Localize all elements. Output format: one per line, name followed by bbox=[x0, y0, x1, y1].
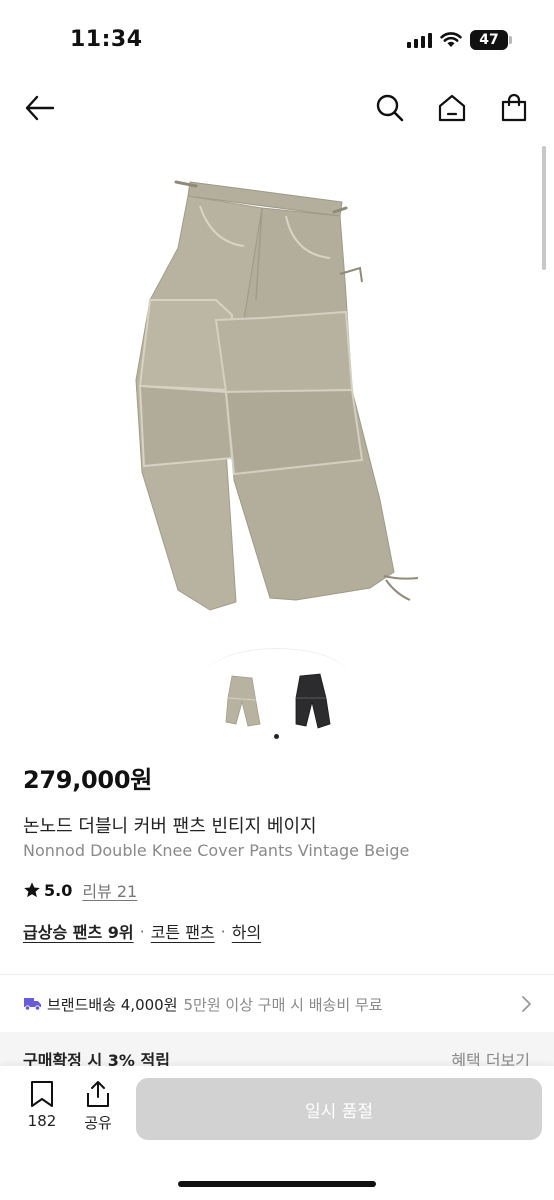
rating-row: 5.0 리뷰 21 bbox=[23, 878, 137, 902]
product-title-en: Nonnod Double Knee Cover Pants Vintage B… bbox=[23, 841, 410, 860]
share-label: 공유 bbox=[84, 1114, 112, 1132]
bookmark-icon bbox=[31, 1081, 53, 1107]
bookmark-count: 182 bbox=[27, 1112, 57, 1130]
product-image[interactable] bbox=[0, 150, 554, 650]
truck-icon bbox=[24, 998, 41, 1011]
wifi-icon bbox=[440, 32, 462, 47]
product-title-ko: 논노드 더블니 커버 팬츠 빈티지 베이지 bbox=[23, 816, 317, 837]
shipping-note: 5만원 이상 구매 시 배송비 무료 bbox=[183, 995, 383, 1014]
separator: · bbox=[139, 921, 145, 941]
thumbnail-strip bbox=[0, 672, 554, 730]
cellular-signal-icon bbox=[407, 32, 432, 48]
review-count-link[interactable]: 리뷰 21 bbox=[82, 878, 137, 902]
beige-pants-thumbnail[interactable] bbox=[220, 672, 264, 730]
separator: · bbox=[220, 921, 226, 941]
share-icon bbox=[87, 1081, 109, 1107]
back-button[interactable] bbox=[20, 88, 60, 128]
share-button[interactable]: 공유 bbox=[76, 1080, 120, 1133]
battery-level: 47 bbox=[479, 32, 499, 48]
status-time: 11:34 bbox=[70, 27, 143, 52]
category-row: 급상승 팬츠 9위 · 코튼 팬츠 · 하의 bbox=[23, 919, 261, 943]
rating-value: 5.0 bbox=[44, 880, 73, 900]
search-icon bbox=[376, 94, 404, 122]
status-bar: 11:34 47 bbox=[0, 0, 554, 72]
scroll-indicator[interactable] bbox=[542, 146, 546, 270]
home-button[interactable] bbox=[432, 88, 472, 128]
category-link-bottoms[interactable]: 하의 bbox=[232, 919, 261, 943]
back-arrow-icon bbox=[25, 95, 55, 121]
shipping-fee: 브랜드배송 4,000원 bbox=[47, 995, 178, 1014]
product-price: 279,000원 bbox=[23, 766, 152, 794]
ranking-link[interactable]: 급상승 팬츠 9위 bbox=[23, 919, 134, 943]
bookmark-button[interactable]: 182 bbox=[20, 1080, 64, 1130]
pager-dot bbox=[274, 734, 279, 739]
shopping-bag-icon bbox=[501, 93, 527, 122]
cart-button[interactable] bbox=[494, 88, 534, 128]
black-pants-thumbnail[interactable] bbox=[290, 672, 334, 730]
divider bbox=[0, 974, 554, 975]
bottom-action-bar: 182 공유 일시 품절 bbox=[0, 1066, 554, 1200]
battery-icon: 47 bbox=[470, 30, 512, 50]
chevron-right-icon bbox=[522, 996, 531, 1012]
shipping-row[interactable]: 브랜드배송 4,000원 5만원 이상 구매 시 배송비 무료 bbox=[0, 980, 554, 1028]
home-indicator bbox=[178, 1181, 376, 1187]
sold-out-button[interactable]: 일시 품절 bbox=[136, 1078, 542, 1140]
pants-photo bbox=[135, 180, 419, 611]
star-icon bbox=[24, 882, 40, 898]
category-link-cotton-pants[interactable]: 코튼 팬츠 bbox=[151, 919, 215, 943]
search-button[interactable] bbox=[370, 88, 410, 128]
nav-bar bbox=[0, 80, 554, 136]
status-icons: 47 bbox=[407, 30, 512, 50]
home-icon bbox=[438, 94, 466, 122]
